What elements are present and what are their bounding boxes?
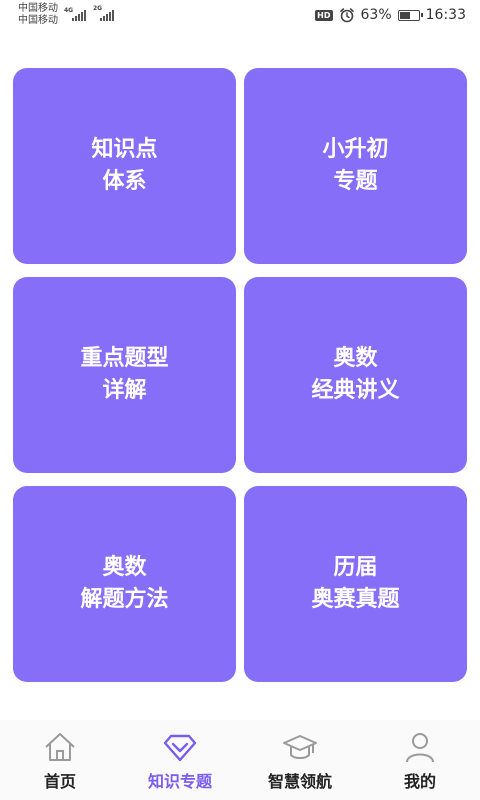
tile-title: 小升初 [322, 137, 389, 162]
tile-title: 奥数 [102, 555, 147, 580]
tab-label: 知识专题 [147, 772, 212, 791]
tile-subtitle: 体系 [102, 169, 147, 194]
battery-percent: 63% [360, 7, 392, 23]
clock-time: 16:33 [425, 7, 466, 23]
tab-label: 我的 [403, 772, 436, 791]
tab-label: 首页 [43, 772, 76, 791]
graduation-cap-icon [283, 735, 317, 759]
tab-home[interactable]: 首页 [0, 720, 120, 800]
tile-olympiad-lectures[interactable]: 奥数 经典讲义 [244, 277, 467, 473]
tile-subtitle: 奥赛真题 [311, 587, 400, 612]
hd-badge: HD [315, 9, 333, 21]
tile-key-question-types[interactable]: 重点题型 详解 [13, 277, 236, 473]
status-bar: 中国移动 中国移动 4G 2G HD 63% 16:33 [0, 0, 480, 30]
tile-title: 奥数 [333, 346, 378, 371]
battery-fill [399, 11, 411, 19]
bottom-tab-bar: 首页 知识专题 智慧领航 我的 [0, 720, 480, 800]
tile-title: 知识点 [91, 137, 158, 162]
tab-mine[interactable]: 我的 [360, 720, 480, 800]
tab-smart-guide[interactable]: 智慧领航 [240, 720, 360, 800]
tile-middle-school-entrance[interactable]: 小升初 专题 [244, 68, 467, 264]
home-icon [45, 733, 75, 761]
diamond-icon [163, 734, 197, 762]
signal-1-icon [72, 9, 90, 21]
battery-icon [397, 9, 423, 21]
carrier-2-label: 中国移动 [18, 15, 58, 26]
tile-olympiad-methods[interactable]: 奥数 解题方法 [13, 486, 236, 682]
tile-title: 历届 [333, 555, 378, 580]
tile-subtitle: 专题 [333, 169, 378, 194]
alarm-icon [339, 8, 354, 23]
tile-subtitle: 解题方法 [80, 587, 169, 612]
tab-label: 智慧领航 [267, 772, 332, 791]
signal-2-icon [100, 9, 118, 21]
topic-grid: 知识点 体系 小升初 专题 重点题型 详解 奥数 经典讲义 奥数 解题方法 历届 奥赛真题 [13, 68, 467, 682]
tile-title: 重点题型 [80, 346, 169, 371]
user-icon [406, 733, 434, 763]
tile-knowledge-system[interactable]: 知识点 体系 [13, 68, 236, 264]
tile-subtitle: 详解 [102, 378, 147, 403]
tab-knowledge-topics[interactable]: 知识专题 [120, 720, 240, 800]
carrier-1-label: 中国移动 [18, 3, 58, 14]
tile-subtitle: 经典讲义 [311, 378, 400, 403]
tile-past-olympiad-papers[interactable]: 历届 奥赛真题 [244, 486, 467, 682]
status-right: HD 63% 16:33 [315, 6, 466, 24]
